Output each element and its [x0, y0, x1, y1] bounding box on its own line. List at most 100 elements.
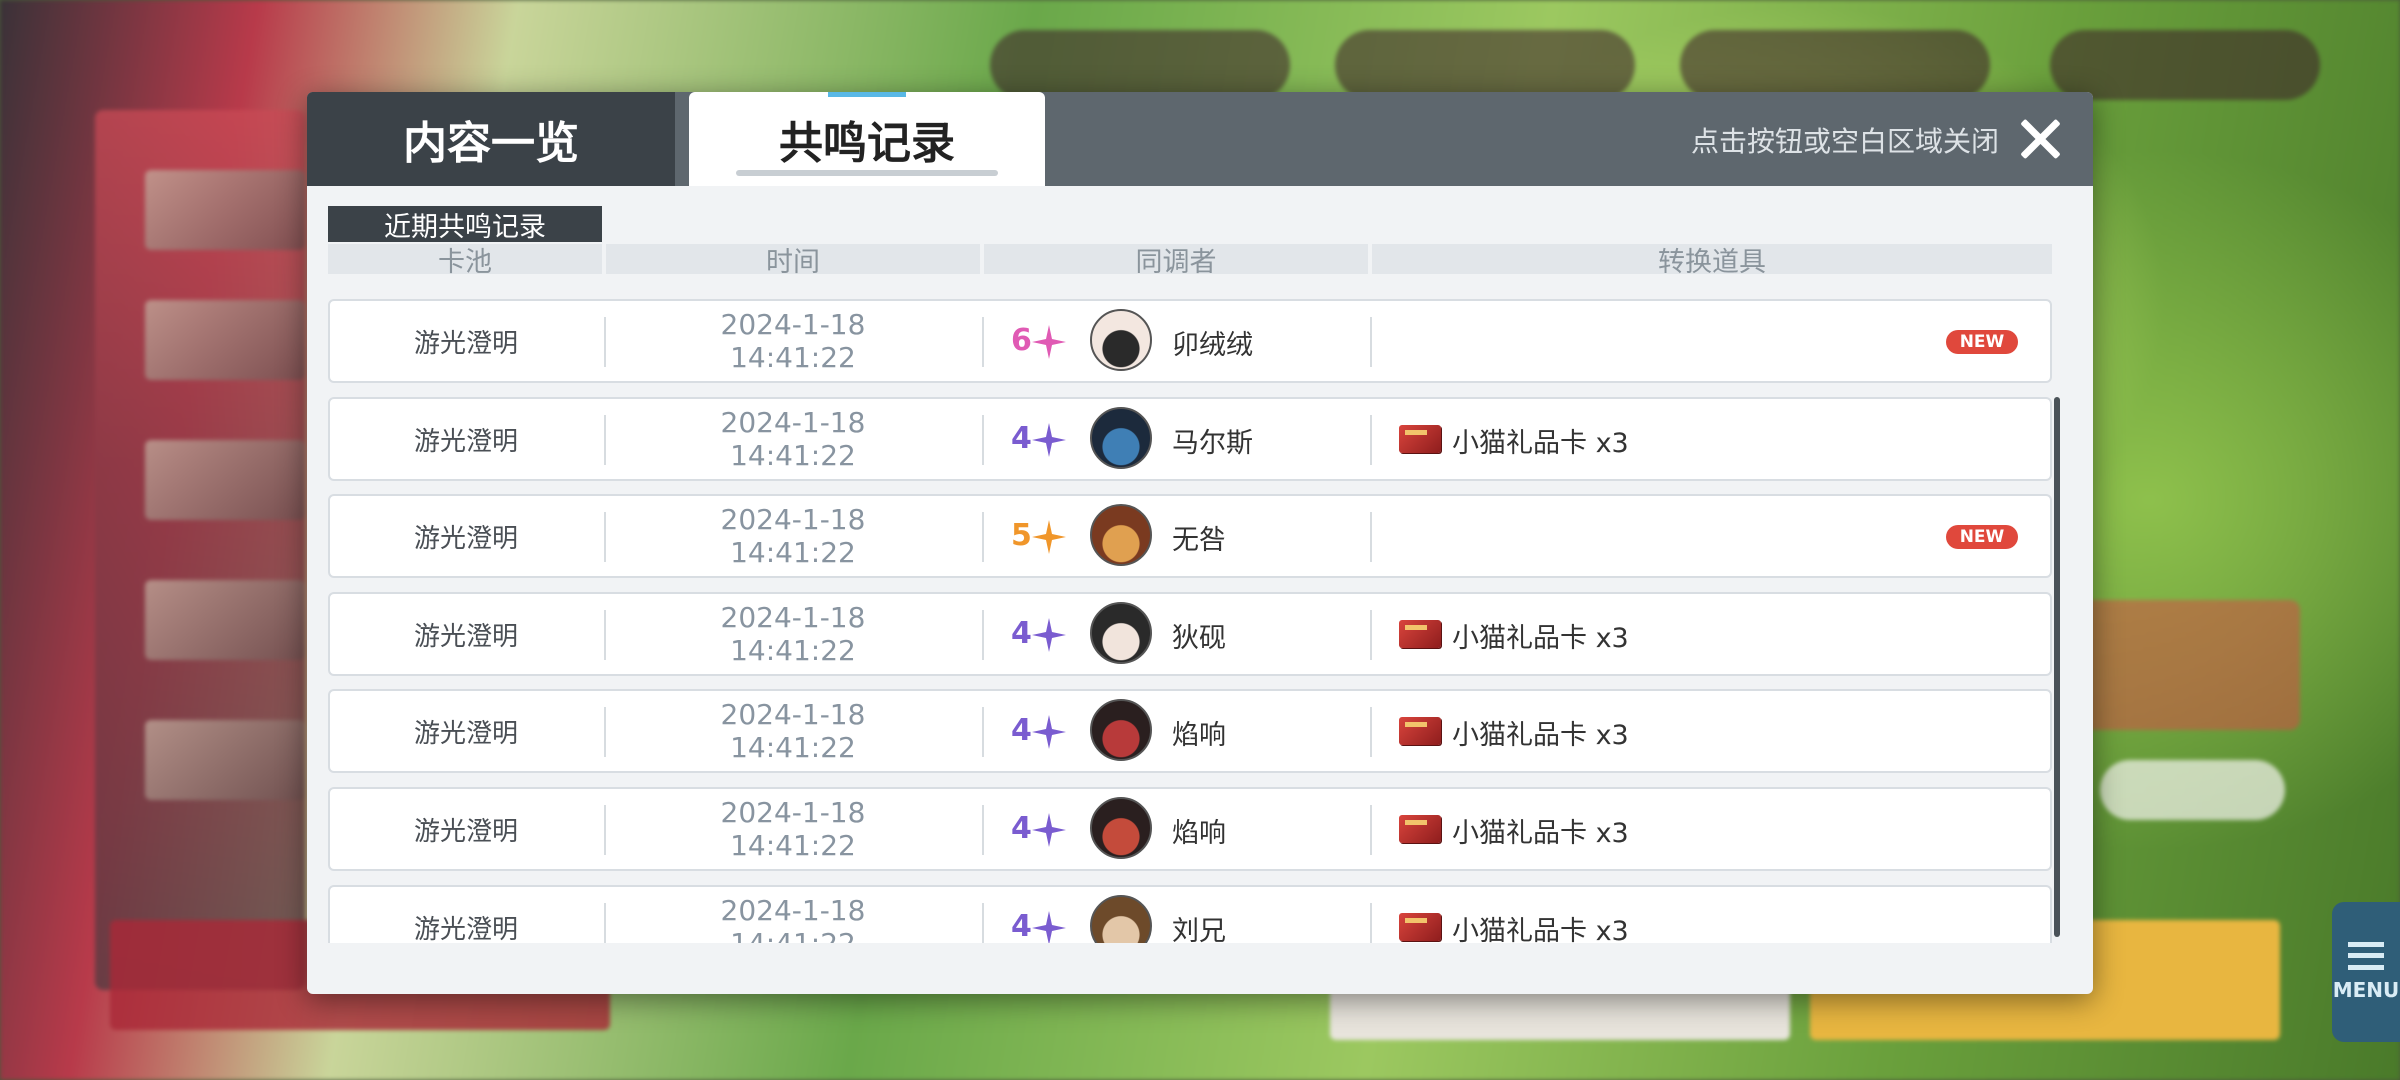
- background-thumbnail: [145, 720, 305, 800]
- pull-clock: 14:41:22: [730, 439, 856, 472]
- rarity-star-icon: [1032, 520, 1066, 554]
- pull-date: 2024-1-18: [720, 796, 866, 829]
- column-divider: [982, 805, 984, 855]
- character-avatar: [1090, 699, 1152, 761]
- pull-time: 2024-1-18 14:41:22: [604, 789, 982, 869]
- character-avatar: [1090, 602, 1152, 664]
- rarity-star-icon: [1032, 911, 1066, 943]
- column-divider: [982, 415, 984, 465]
- pull-date: 2024-1-18: [720, 406, 866, 439]
- column-divider: [982, 317, 984, 367]
- convert-item: 小猫礼品卡 x3: [1452, 720, 1629, 751]
- column-divider: [1370, 903, 1372, 943]
- pool-name: 游光澄明: [413, 328, 518, 359]
- table-row[interactable]: 游光澄明 2024-1-18 14:41:22 4 马尔斯 小猫礼品卡 x3: [328, 397, 2052, 481]
- character-name: 焰响: [1172, 720, 1226, 751]
- modal-header: 内容一览 共鸣记录 点击按钮或空白区域关闭: [307, 92, 2093, 186]
- table-row[interactable]: 游光澄明 2024-1-18 14:41:22 4 狄砚 小猫礼品卡 x3: [328, 592, 2052, 676]
- character-name: 无咎: [1172, 525, 1226, 556]
- background-thumbnail: [145, 170, 305, 250]
- pull-date: 2024-1-18: [720, 308, 866, 341]
- new-badge: NEW: [1946, 330, 2018, 354]
- tab-label: 共鸣记录: [779, 118, 955, 169]
- rarity-number: 5: [1011, 518, 1032, 553]
- menu-label: MENU: [2332, 978, 2400, 1002]
- column-divider: [982, 903, 984, 943]
- pull-time: 2024-1-18 14:41:22: [604, 496, 982, 576]
- gift-card-icon: [1399, 717, 1441, 745]
- menu-button[interactable]: MENU: [2332, 902, 2400, 1042]
- close-hint: 点击按钮或空白区域关闭: [1690, 125, 1999, 158]
- table-row[interactable]: 游光澄明 2024-1-18 14:41:22 5 无咎 NEW: [328, 494, 2052, 578]
- column-divider: [982, 610, 984, 660]
- background-thumbnail: [145, 440, 305, 520]
- pull-date: 2024-1-18: [720, 503, 866, 536]
- pool-name: 游光澄明: [413, 523, 518, 554]
- column-divider: [982, 512, 984, 562]
- column-header-pool: 卡池: [328, 244, 602, 278]
- rarity-number: 4: [1011, 909, 1032, 943]
- pull-clock: 14:41:22: [730, 536, 856, 569]
- close-icon[interactable]: [2013, 112, 2067, 166]
- tab-label: 内容一览: [403, 118, 579, 169]
- rarity-number: 4: [1011, 713, 1032, 748]
- rarity-star-icon: [1032, 423, 1066, 457]
- background-currency-pill: [990, 30, 1290, 100]
- column-header-time: 时间: [606, 244, 980, 278]
- gift-card-icon: [1399, 815, 1441, 843]
- pull-history-modal: 内容一览 共鸣记录 点击按钮或空白区域关闭 近期共鸣记录 卡池 时间 同调者 转…: [307, 92, 2093, 994]
- rarity-star-icon: [1032, 618, 1066, 652]
- column-divider: [1370, 707, 1372, 757]
- background-currency-pill: [2050, 30, 2320, 100]
- pool-name: 游光澄明: [413, 718, 518, 749]
- character-avatar: [1090, 309, 1152, 371]
- pull-clock: 14:41:22: [730, 927, 856, 943]
- pull-clock: 14:41:22: [730, 634, 856, 667]
- menu-icon: [2348, 942, 2384, 970]
- pull-time: 2024-1-18 14:41:22: [604, 594, 982, 674]
- table-row[interactable]: 游光澄明 2024-1-18 14:41:22 6 卯绒绒 NEW: [328, 299, 2052, 383]
- background-currency-pill: [1680, 30, 1990, 100]
- column-divider: [1370, 415, 1372, 465]
- pool-name: 游光澄明: [413, 426, 518, 457]
- table-row[interactable]: 游光澄明 2024-1-18 14:41:22 4 焰响 小猫礼品卡 x3: [328, 787, 2052, 871]
- character-avatar: [1090, 797, 1152, 859]
- tab-active-indicator: [828, 92, 906, 97]
- rarity-star-icon: [1032, 715, 1066, 749]
- column-divider: [1370, 805, 1372, 855]
- character-name: 马尔斯: [1172, 428, 1253, 459]
- scrollbar[interactable]: [2054, 397, 2060, 937]
- character-name: 焰响: [1172, 818, 1226, 849]
- gift-card-icon: [1399, 913, 1441, 941]
- pull-time: 2024-1-18 14:41:22: [604, 887, 982, 943]
- rarity-number: 4: [1011, 811, 1032, 846]
- character-name: 卯绒绒: [1172, 330, 1253, 361]
- table-row[interactable]: 游光澄明 2024-1-18 14:41:22 4 焰响 小猫礼品卡 x3: [328, 689, 2052, 773]
- column-header-character: 同调者: [984, 244, 1368, 278]
- column-header-convert: 转换道具: [1372, 244, 2052, 278]
- column-divider: [982, 707, 984, 757]
- column-divider: [1370, 317, 1372, 367]
- rarity-star-icon: [1032, 813, 1066, 847]
- pull-time: 2024-1-18 14:41:22: [604, 301, 982, 381]
- record-list[interactable]: 游光澄明 2024-1-18 14:41:22 6 卯绒绒 NEW 游光澄明 2…: [328, 299, 2052, 943]
- convert-item: 小猫礼品卡 x3: [1452, 428, 1629, 459]
- background-detail-button: [2100, 760, 2285, 820]
- character-name: 狄砚: [1172, 623, 1226, 654]
- tab-content-overview[interactable]: 内容一览: [307, 92, 675, 186]
- character-avatar: [1090, 895, 1152, 943]
- pool-name: 游光澄明: [413, 914, 518, 944]
- pool-name: 游光澄明: [413, 816, 518, 847]
- pull-date: 2024-1-18: [720, 601, 866, 634]
- table-row[interactable]: 游光澄明 2024-1-18 14:41:22 4 刘兄 小猫礼品卡 x3: [328, 885, 2052, 943]
- section-title: 近期共鸣记录: [328, 206, 602, 243]
- tab-resonance-record[interactable]: 共鸣记录: [689, 92, 1045, 186]
- pull-clock: 14:41:22: [730, 341, 856, 374]
- character-avatar: [1090, 407, 1152, 469]
- pull-clock: 14:41:22: [730, 829, 856, 862]
- background-thumbnail: [145, 300, 305, 380]
- background-thumbnail: [145, 580, 305, 660]
- pull-date: 2024-1-18: [720, 894, 866, 927]
- column-divider: [1370, 512, 1372, 562]
- new-badge: NEW: [1946, 525, 2018, 549]
